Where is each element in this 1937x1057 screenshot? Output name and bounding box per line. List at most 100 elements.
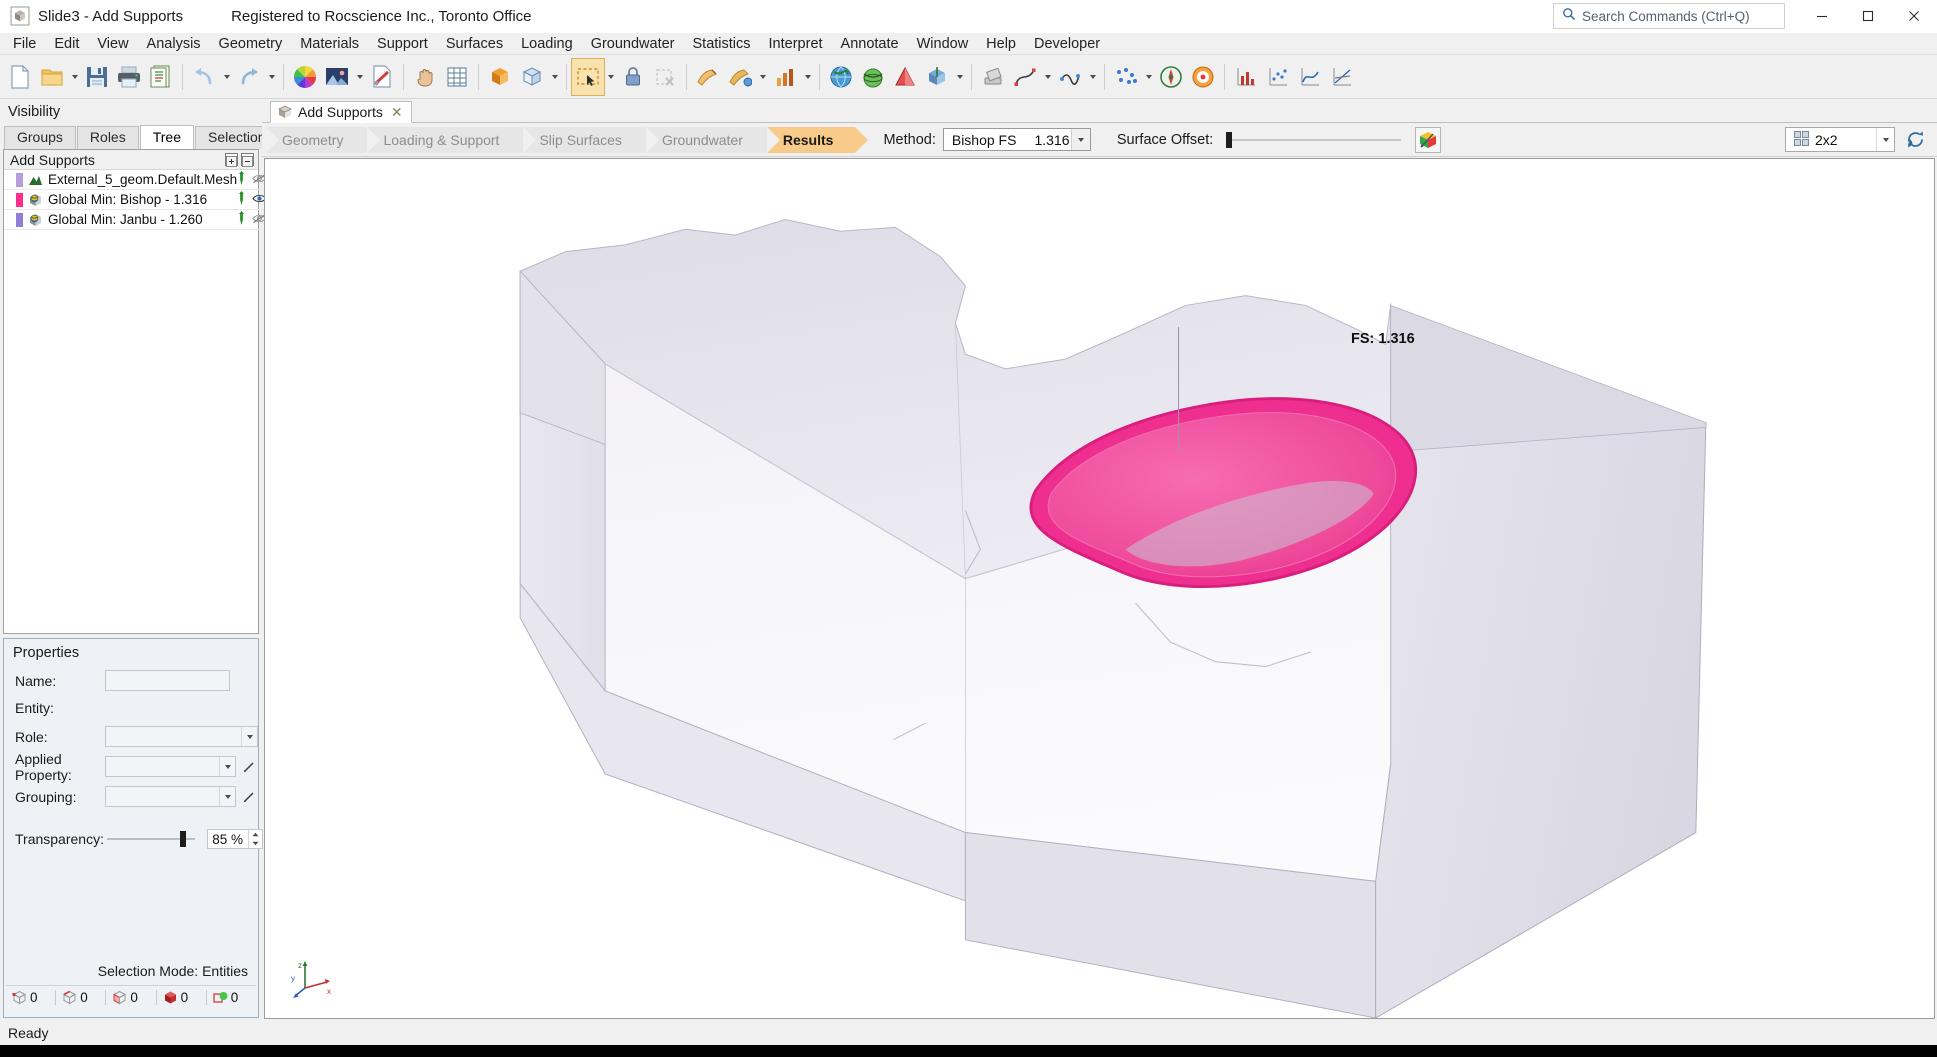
redo-arrow-icon[interactable] xyxy=(233,59,265,95)
role-combo[interactable] xyxy=(105,726,258,747)
tree-item-global-min-bishop[interactable]: Global Min: Bishop - 1.316 xyxy=(4,190,293,210)
axes-box-icon[interactable] xyxy=(921,59,953,95)
menu-developer[interactable]: Developer xyxy=(1025,34,1109,54)
open-folder-icon[interactable] xyxy=(36,59,68,95)
color-wheel-icon[interactable] xyxy=(289,59,321,95)
menu-analysis[interactable]: Analysis xyxy=(138,34,210,54)
sphere-surface-icon[interactable] xyxy=(857,59,889,95)
image-export-dropdown[interactable] xyxy=(353,59,366,95)
menu-help[interactable]: Help xyxy=(977,34,1025,54)
wireframe-box-icon[interactable] xyxy=(516,59,548,95)
chevron-down-icon[interactable] xyxy=(241,727,257,746)
globe-icon[interactable] xyxy=(825,59,857,95)
method-dropdown[interactable]: Bishop FS 1.316 xyxy=(942,128,1091,151)
spline-tool-dropdown[interactable] xyxy=(1086,59,1099,95)
transparency-slider[interactable] xyxy=(107,830,195,848)
pin-icon[interactable] xyxy=(237,191,246,208)
menu-window[interactable]: Window xyxy=(908,34,978,54)
material-box-icon[interactable] xyxy=(484,59,516,95)
menu-edit[interactable]: Edit xyxy=(45,34,88,54)
name-field[interactable] xyxy=(105,670,230,691)
close-button[interactable] xyxy=(1891,0,1937,33)
workflow-step-slip-surfaces[interactable]: Slip Surfaces xyxy=(523,126,658,153)
tab-groups[interactable]: Groups xyxy=(4,126,76,149)
cone-surface-icon[interactable] xyxy=(889,59,921,95)
3d-viewport[interactable]: FS: 1.316 z x y xyxy=(264,158,1935,1019)
wireframe-box-dropdown[interactable] xyxy=(548,59,561,95)
curve-tool-dropdown[interactable] xyxy=(1041,59,1054,95)
grid-table-icon[interactable] xyxy=(441,59,473,95)
pin-icon[interactable] xyxy=(237,211,246,228)
chevron-down-icon[interactable] xyxy=(219,787,235,806)
menu-support[interactable]: Support xyxy=(368,34,437,54)
curve-tool-icon[interactable] xyxy=(1009,59,1041,95)
chevron-down-icon[interactable] xyxy=(1070,129,1090,150)
bar-graph-icon[interactable] xyxy=(1230,59,1262,95)
menu-view[interactable]: View xyxy=(88,34,137,54)
support-pattern-icon[interactable] xyxy=(724,59,756,95)
menu-groundwater[interactable]: Groundwater xyxy=(582,34,684,54)
open-folder-dropdown[interactable] xyxy=(68,59,81,95)
workflow-step-loading-support[interactable]: Loading & Support xyxy=(367,126,535,153)
menu-interpret[interactable]: Interpret xyxy=(760,34,832,54)
refresh-icon[interactable] xyxy=(1901,127,1929,153)
report-icon[interactable] xyxy=(145,59,177,95)
print-icon[interactable] xyxy=(113,59,145,95)
slider-knob[interactable] xyxy=(180,831,186,847)
tab-tree[interactable]: Tree xyxy=(139,125,194,149)
menu-loading[interactable]: Loading xyxy=(512,34,582,54)
save-disk-icon[interactable] xyxy=(81,59,113,95)
dot-graph-icon[interactable] xyxy=(1262,59,1294,95)
page-tools-icon[interactable] xyxy=(366,59,398,95)
eraser-icon[interactable] xyxy=(977,59,1009,95)
menu-surfaces[interactable]: Surfaces xyxy=(437,34,512,54)
delete-selection-icon[interactable] xyxy=(649,59,681,95)
compass-icon[interactable] xyxy=(1155,59,1187,95)
workflow-step-geometry[interactable]: Geometry xyxy=(266,126,380,153)
tab-roles[interactable]: Roles xyxy=(76,126,139,149)
target-circle-icon[interactable] xyxy=(1187,59,1219,95)
chevron-down-icon[interactable] xyxy=(1876,128,1894,151)
spinner-down-arrow-icon[interactable] xyxy=(249,839,262,848)
edit-pencil-icon[interactable] xyxy=(240,790,258,803)
transparency-spinner[interactable]: 85 % xyxy=(207,829,263,849)
envelope-graph-icon[interactable] xyxy=(1326,59,1358,95)
maximize-button[interactable] xyxy=(1845,0,1891,33)
menu-geometry[interactable]: Geometry xyxy=(210,34,292,54)
menu-file[interactable]: File xyxy=(4,34,45,54)
rectangle-select-icon[interactable] xyxy=(571,57,605,96)
document-tab-add-supports[interactable]: Add Supports ✕ xyxy=(270,101,412,123)
workflow-step-results[interactable]: Results xyxy=(766,126,868,153)
redo-dropdown[interactable] xyxy=(265,59,278,95)
menu-materials[interactable]: Materials xyxy=(291,34,368,54)
applied-property-combo[interactable] xyxy=(105,756,236,777)
rectangle-select-dropdown[interactable] xyxy=(604,59,617,95)
close-icon[interactable]: ✕ xyxy=(391,105,403,119)
scatter-points-icon[interactable] xyxy=(1110,59,1142,95)
viewport-layout-dropdown[interactable]: 2x2 xyxy=(1785,127,1895,152)
support-pattern-dropdown[interactable] xyxy=(756,59,769,95)
spline-tool-icon[interactable] xyxy=(1054,59,1086,95)
support-bolt-icon[interactable] xyxy=(692,59,724,95)
chevron-down-icon[interactable] xyxy=(219,757,235,776)
slider-knob[interactable] xyxy=(1226,131,1233,148)
expand-all-icon[interactable] xyxy=(225,153,238,167)
pan-hand-icon[interactable] xyxy=(409,59,441,95)
menu-statistics[interactable]: Statistics xyxy=(684,34,760,54)
chart-bars-icon[interactable] xyxy=(769,59,801,95)
chart-bars-dropdown[interactable] xyxy=(801,59,814,95)
collapse-all-icon[interactable] xyxy=(241,153,254,167)
minimize-button[interactable] xyxy=(1799,0,1845,33)
render-cube-icon[interactable] xyxy=(1415,126,1442,153)
line-graph-icon[interactable] xyxy=(1294,59,1326,95)
axes-box-dropdown[interactable] xyxy=(953,59,966,95)
edit-pencil-icon[interactable] xyxy=(240,760,258,773)
grouping-combo[interactable] xyxy=(105,786,236,807)
surface-offset-slider[interactable] xyxy=(1226,131,1402,149)
image-export-icon[interactable] xyxy=(321,59,353,95)
tree-item-external-mesh[interactable]: External_5_geom.Default.Mesh xyxy=(4,170,293,190)
undo-arrow-icon[interactable] xyxy=(188,59,220,95)
pin-icon[interactable] xyxy=(237,171,246,188)
workflow-step-groundwater[interactable]: Groundwater xyxy=(645,126,778,153)
undo-dropdown[interactable] xyxy=(220,59,233,95)
